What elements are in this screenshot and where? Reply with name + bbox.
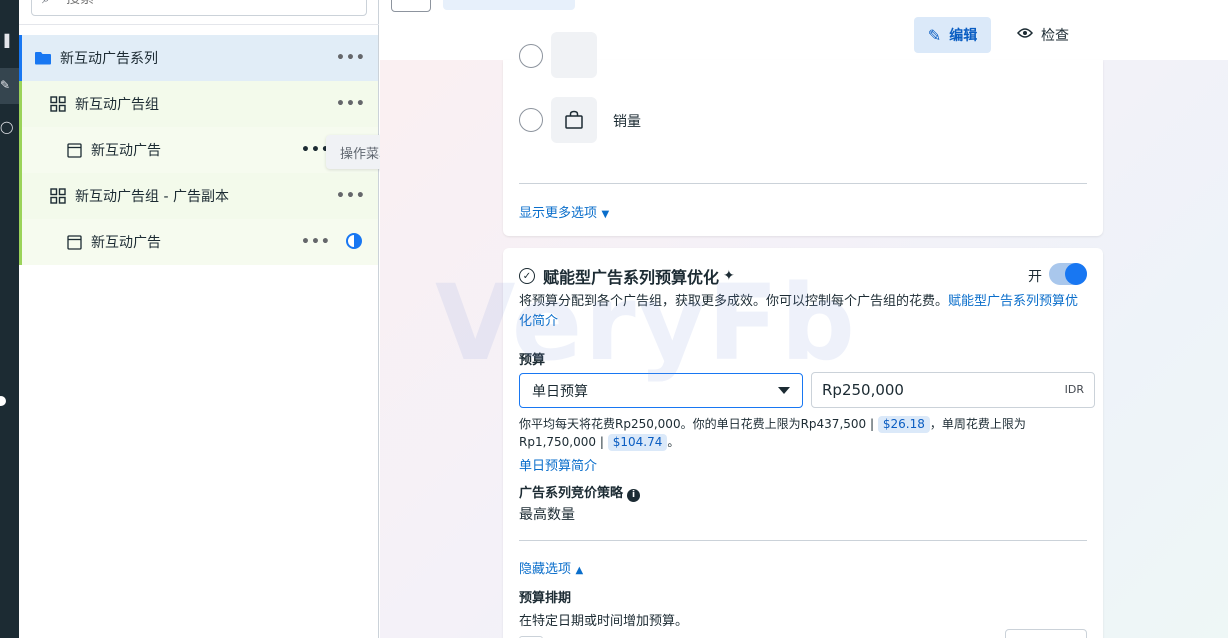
- daily-cap-usd-badge: $26.18: [877, 416, 930, 433]
- goal-options-card: 销量 显示更多选项 ▼: [503, 32, 1103, 236]
- option-sales-label: 销量: [613, 114, 641, 130]
- tree-row-adset-copy[interactable]: 新互动广告组 - 广告副本 •••: [19, 173, 378, 219]
- divider: [519, 183, 1087, 184]
- spend-info: 你平均每天将花费Rp250,000。你的单日花费上限为Rp437,500 | $…: [519, 415, 1087, 451]
- clock-icon[interactable]: ◯: [0, 120, 19, 140]
- budget-type-select[interactable]: 单日预算: [519, 373, 803, 408]
- toggle-knob: [1065, 263, 1087, 285]
- more-options-icon[interactable]: •••: [336, 96, 365, 112]
- toolbar-tab-active[interactable]: [443, 0, 575, 10]
- navigation-rail: ▐ ✎ ◯: [0, 0, 19, 638]
- toggle-label: 开: [1028, 269, 1042, 285]
- edit-label: 编辑: [949, 28, 978, 44]
- more-options-icon[interactable]: •••: [301, 142, 330, 158]
- top-toolbar: ✎ 编辑 检查: [380, 0, 1228, 60]
- chart-icon[interactable]: ▐: [0, 30, 19, 54]
- ad-icon: [65, 141, 83, 159]
- weekly-cap-usd-badge: $104.74: [607, 434, 668, 451]
- review-button[interactable]: 检查: [1008, 17, 1078, 53]
- grid-icon: [49, 95, 67, 113]
- spend-info-text: 。: [667, 435, 680, 449]
- cbo-toggle[interactable]: [1049, 263, 1087, 285]
- daily-budget-intro-link[interactable]: 单日预算简介: [519, 455, 597, 474]
- edit-button[interactable]: ✎ 编辑: [914, 17, 991, 53]
- ad-name: 新互动广告: [91, 235, 161, 251]
- currency-label: IDR: [1064, 383, 1084, 396]
- toolbar-tab[interactable]: [608, 0, 698, 6]
- budget-type-value: 单日预算: [532, 383, 588, 400]
- nav-item-edit-active[interactable]: ✎: [0, 68, 19, 104]
- chevron-down-icon: [778, 387, 790, 394]
- sparkle-icon: ✦: [723, 268, 735, 284]
- hide-options-link[interactable]: 隐藏选项 ▲: [519, 558, 583, 577]
- ad-name: 新互动广告: [91, 143, 161, 159]
- caret-up-icon: ▲: [575, 565, 584, 576]
- pencil-icon: ✎: [927, 25, 942, 45]
- bid-strategy-value: 最高数量: [519, 507, 575, 523]
- search-input[interactable]: [66, 0, 356, 7]
- spend-info-text: 你平均每天将花费Rp250,000。你的单日花费上限为Rp437,500 |: [519, 417, 875, 431]
- budget-schedule-desc: 在特定日期或时间增加预算。: [519, 614, 689, 629]
- budget-schedule-label: 预算排期: [519, 591, 572, 606]
- budget-label: 预算: [519, 353, 546, 368]
- adset-name: 新互动广告组: [75, 97, 159, 113]
- description-text: 将预算分配到各个广告组，获取更多成效。你可以控制每个广告组的花费。: [519, 294, 949, 309]
- divider: [519, 540, 1087, 541]
- card-title: ✓ 赋能型广告系列预算优化 ✦: [519, 264, 735, 288]
- schedule-button[interactable]: [1005, 629, 1087, 638]
- status-half-icon[interactable]: [346, 233, 362, 249]
- caret-down-icon: ▼: [601, 209, 610, 220]
- check-circle-icon: ✓: [519, 268, 535, 284]
- budget-amount-value: Rp250,000: [822, 381, 904, 399]
- card-description: 将预算分配到各个广告组，获取更多成效。你可以控制每个广告组的花费。赋能型广告系列…: [519, 292, 1087, 332]
- show-more-label: 显示更多选项: [519, 206, 598, 221]
- hide-options-label: 隐藏选项: [519, 562, 572, 577]
- budget-amount-input[interactable]: Rp250,000 IDR: [811, 372, 1095, 408]
- main-editor: ✎ 编辑 检查 销量 显示更多选项 ▼ ✓ 赋能型广告系列预算优化 ✦ 开 将预…: [380, 0, 1228, 638]
- more-options-icon[interactable]: •••: [336, 188, 365, 204]
- ad-icon: [65, 233, 83, 251]
- option-tile: [551, 32, 597, 78]
- more-options-icon[interactable]: •••: [301, 234, 330, 250]
- tree-row-ad[interactable]: 新互动广告 •••: [19, 127, 378, 173]
- pencil-icon: ✎: [0, 78, 11, 92]
- show-more-options-link[interactable]: 显示更多选项 ▼: [519, 202, 609, 221]
- campaign-name: 新互动广告系列: [60, 51, 158, 67]
- radio-option[interactable]: [519, 44, 543, 68]
- toolbar-toggle-button[interactable]: [391, 0, 431, 12]
- tree-row-ad[interactable]: 新互动广告 •••: [19, 219, 378, 265]
- info-icon[interactable]: i: [627, 488, 641, 502]
- tree-row-adset[interactable]: 新互动广告组 •••: [19, 81, 378, 127]
- campaign-budget-optimization-card: ✓ 赋能型广告系列预算优化 ✦ 开 将预算分配到各个广告组，获取更多成效。你可以…: [503, 248, 1103, 638]
- divider: [19, 24, 379, 25]
- shopping-bag-icon: [551, 97, 597, 143]
- review-label: 检查: [1041, 28, 1069, 44]
- more-options-icon[interactable]: •••: [336, 50, 365, 66]
- campaign-tree-panel: ⌕ 新互动广告系列 ••• 新互动广告组 ••• 新互动广告 ••• 新互动广告…: [19, 0, 379, 638]
- adset-name: 新互动广告组 - 广告副本: [75, 189, 229, 205]
- search-icon: ⌕: [42, 0, 50, 7]
- search-box[interactable]: ⌕: [31, 0, 367, 16]
- bid-strategy-label-text: 广告系列竞价策略: [519, 486, 624, 501]
- help-icon[interactable]: [0, 396, 6, 406]
- folder-icon: [34, 49, 52, 67]
- toolbar-tab[interactable]: [733, 0, 823, 6]
- eye-icon: [1017, 27, 1033, 43]
- bid-strategy-label: 广告系列竞价策略 i: [519, 482, 641, 502]
- radio-sales[interactable]: [519, 108, 543, 132]
- card-title-text: 赋能型广告系列预算优化: [543, 268, 720, 287]
- tree-row-campaign[interactable]: 新互动广告系列 •••: [19, 35, 378, 81]
- grid-icon: [49, 187, 67, 205]
